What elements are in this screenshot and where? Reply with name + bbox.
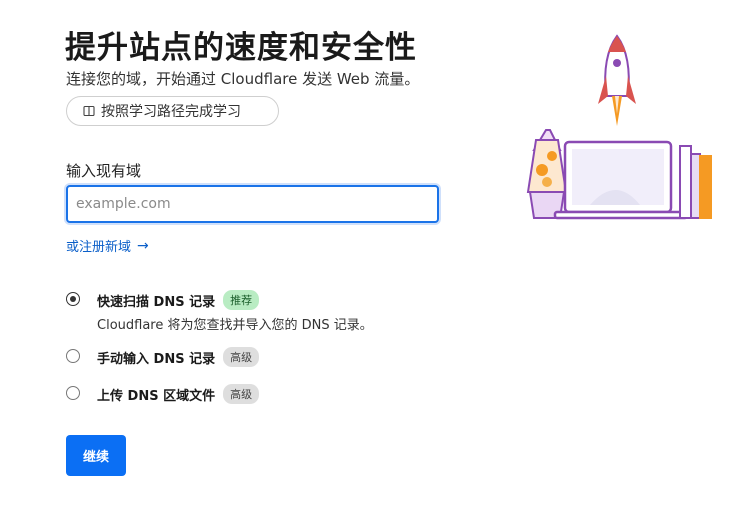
- option-quick-scan[interactable]: 快速扫描 DNS 记录 推荐 Cloudflare 将为您查找并导入您的 DNS…: [66, 290, 373, 333]
- option-manual-entry-label: 手动输入 DNS 记录: [97, 351, 216, 367]
- domain-input[interactable]: [66, 185, 439, 223]
- radio-upload-zone-file[interactable]: [66, 386, 80, 400]
- page-title: 提升站点的速度和安全性: [65, 30, 417, 66]
- arrow-right-icon: →: [137, 237, 149, 254]
- radio-manual-entry[interactable]: [66, 349, 80, 363]
- option-manual-entry[interactable]: 手动输入 DNS 记录 高级: [66, 347, 260, 367]
- advanced-badge: 高级: [223, 347, 260, 367]
- laptop-icon: [553, 140, 689, 220]
- domain-label: 输入现有域: [66, 162, 142, 180]
- lava-lamp-icon: [526, 129, 568, 219]
- book-icon: [83, 105, 95, 117]
- option-quick-scan-description: Cloudflare 将为您查找并导入您的 DNS 记录。: [97, 318, 373, 333]
- page-subtitle: 连接您的域，开始通过 Cloudflare 发送 Web 流量。: [66, 70, 420, 88]
- rocket-icon: [598, 34, 636, 126]
- recommended-badge: 推荐: [223, 290, 260, 310]
- rocket-laptop-illustration: [520, 30, 720, 230]
- option-quick-scan-label: 快速扫描 DNS 记录: [97, 294, 216, 310]
- advanced-badge: 高级: [223, 384, 260, 404]
- radio-quick-scan[interactable]: [66, 292, 80, 306]
- option-upload-zone-file-label: 上传 DNS 区域文件: [97, 388, 216, 404]
- option-upload-zone-file[interactable]: 上传 DNS 区域文件 高级: [66, 384, 260, 404]
- books-icon: [679, 145, 712, 219]
- learning-path-button[interactable]: 按照学习路径完成学习: [66, 96, 279, 126]
- continue-button[interactable]: 继续: [66, 435, 126, 476]
- learning-path-label: 按照学习路径完成学习: [101, 104, 241, 120]
- register-domain-label: 或注册新域: [66, 240, 132, 255]
- register-domain-link[interactable]: 或注册新域 →: [66, 236, 149, 256]
